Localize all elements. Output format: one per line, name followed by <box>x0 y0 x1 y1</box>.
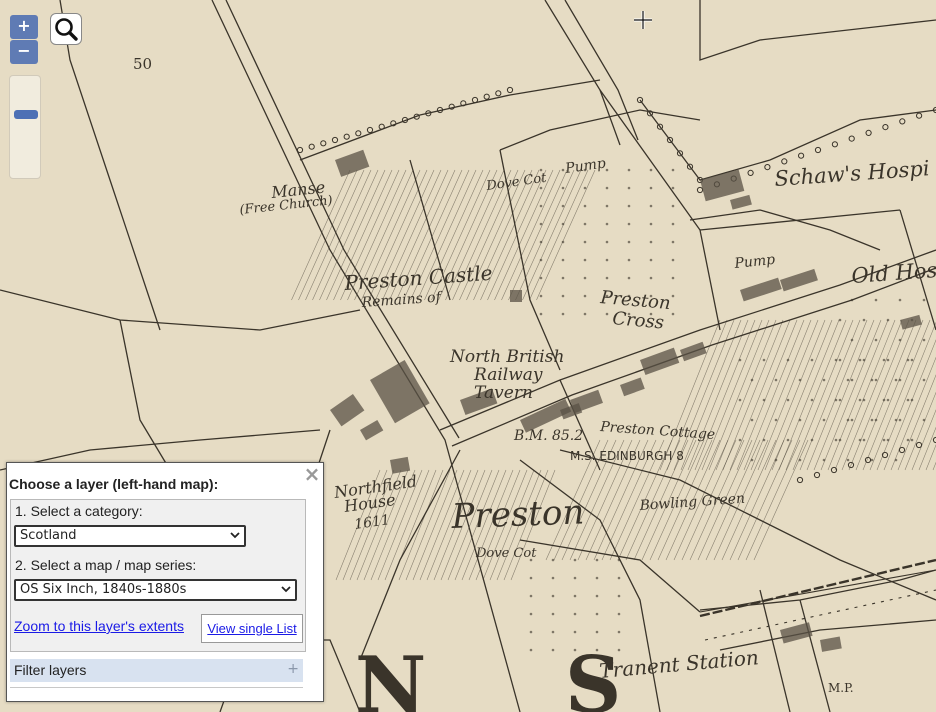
zoom-in-button[interactable]: + <box>10 15 38 39</box>
series-label: 2. Select a map / map series: <box>15 557 197 573</box>
zoom-slider-thumb[interactable] <box>14 110 38 119</box>
map-label-num-50: 50 <box>133 55 152 73</box>
crosshair-icon <box>634 11 652 29</box>
close-button[interactable]: × <box>303 464 321 484</box>
map-label-nbr-3: Tavern <box>474 383 533 403</box>
zoom-out-button[interactable]: − <box>10 40 38 64</box>
map-series-select-value: OS Six Inch, 1840s-1880s <box>20 582 187 597</box>
zoom-to-extents-link[interactable]: Zoom to this layer's extents <box>14 618 184 634</box>
map-series-select[interactable]: OS Six Inch, 1840s-1880s <box>14 579 297 601</box>
filter-layers-label: Filter layers <box>14 662 87 678</box>
panel-divider <box>10 687 303 688</box>
map-label-big-s: S <box>565 640 621 712</box>
map-label-preston-cross-2: Cross <box>612 308 665 333</box>
category-label: 1. Select a category: <box>15 503 143 519</box>
map-label-nbr-2: Railway <box>473 365 543 385</box>
layer-panel: × Choose a layer (left-hand map): 1. Sel… <box>6 462 324 702</box>
map-label-bm: B.M. 85.2 <box>513 428 583 444</box>
map-label-mp: M.P. <box>828 681 854 695</box>
panel-title: Choose a layer (left-hand map): <box>9 476 219 492</box>
map-label-big-n: N <box>355 640 426 712</box>
view-single-list-button[interactable]: View single List <box>201 614 303 643</box>
map-label-ms-edinburgh: M.S. EDINBURGH 8 <box>570 449 684 463</box>
chevron-down-icon <box>281 586 291 593</box>
category-select-value: Scotland <box>20 528 77 543</box>
map-label-dovecot-bottom: Dove Cot <box>475 546 537 561</box>
category-select[interactable]: Scotland <box>14 525 246 547</box>
map-label-preston-big: Preston <box>450 492 585 537</box>
filter-layers-toggle[interactable]: Filter layers + <box>10 659 303 682</box>
layer-selection-box: 1. Select a category: Scotland 2. Select… <box>10 499 306 652</box>
expand-plus-icon: + <box>287 661 299 677</box>
chevron-down-icon <box>230 532 240 539</box>
search-button[interactable] <box>50 13 82 45</box>
map-label-nbr-1: North British <box>449 347 564 367</box>
search-icon <box>55 18 78 41</box>
zoom-slider[interactable] <box>9 75 41 179</box>
